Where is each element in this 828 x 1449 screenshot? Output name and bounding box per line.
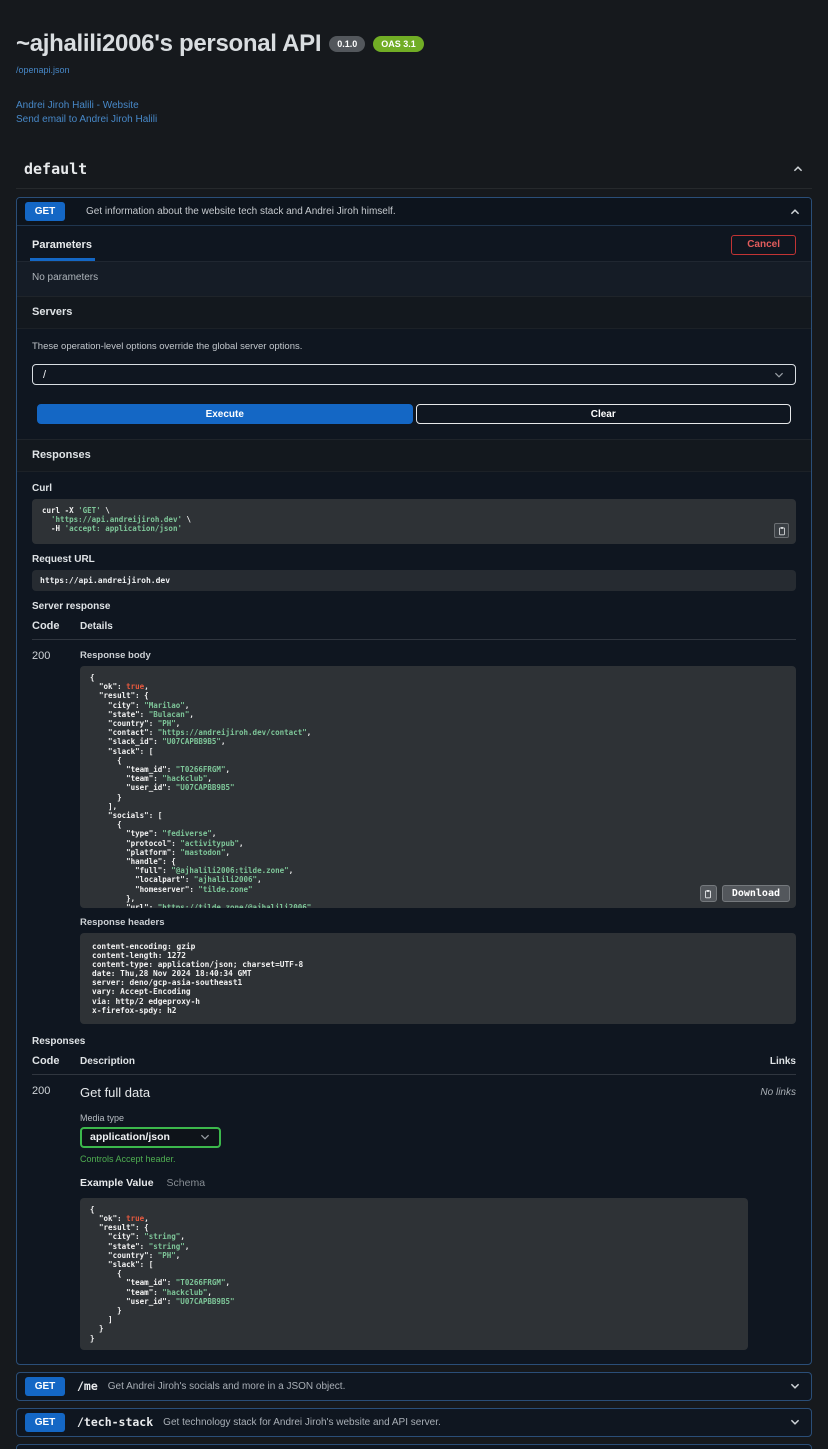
responses-table-row: 200 Get full data Media type application… [32,1075,796,1350]
request-url-label: Request URL [32,554,796,565]
method-badge-get: GET [25,1413,65,1432]
endpoint-list: GET /me Get Andrei Jiroh's socials and m… [16,1372,812,1449]
chevron-down-icon [199,1131,211,1143]
response-body-label: Response body [80,650,796,661]
contact-email-link[interactable]: Send email to Andrei Jiroh Halili [16,113,812,127]
execute-row: Execute Clear [17,387,811,439]
operation-summary: Get information about the website tech s… [86,206,789,217]
chevron-down-icon[interactable] [789,1380,801,1392]
endpoint-path: /me [77,1379,98,1393]
request-url-value: https://api.andreijiroh.dev [32,570,796,591]
copy-icon[interactable] [774,523,789,538]
server-response-label: Server response [32,601,796,612]
responses-table-header: Code Description Links [32,1055,796,1075]
tag-default-header[interactable]: default [16,151,812,189]
swagger-ui-page: ~ajhalili2006's personal API 0.1.0 OAS 3… [0,0,828,1449]
servers-section-title: Servers [17,296,811,329]
opblock-collapsed[interactable]: GET /ping Ping the API server if it is u… [16,1444,812,1449]
tab-parameters[interactable]: Parameters [30,239,95,261]
tab-example-value[interactable]: Example Value [80,1177,154,1189]
response-headers-block: content-encoding: gzipcontent-length: 12… [80,933,796,1024]
servers-note: These operation-level options override t… [32,341,796,352]
chevron-up-icon[interactable] [789,206,801,218]
tag-title: default [24,160,87,178]
links-column-header: Links [770,1056,796,1067]
status-code: 200 [32,650,80,1024]
method-badge-get: GET [25,202,65,221]
version-badge: 0.1.0 [329,36,365,52]
response-body-code-block: { "ok": true, "result": { "city": "Maril… [80,666,796,908]
endpoint-path: /tech-stack [77,1415,153,1429]
chevron-up-icon[interactable] [792,163,804,175]
model-tabs: Example Value Schema [80,1177,736,1189]
page-title: ~ajhalili2006's personal API [16,30,321,58]
clear-button[interactable]: Clear [416,404,792,424]
download-button[interactable]: Download [722,885,790,902]
server-select[interactable]: / [32,364,796,385]
no-parameters-text: No parameters [17,261,811,296]
media-type-value: application/json [90,1131,170,1143]
api-info: ~ajhalili2006's personal API 0.1.0 OAS 3… [16,0,812,127]
response-description: Get full data [80,1085,736,1100]
endpoint-summary: Get Andrei Jiroh's socials and more in a… [108,1381,789,1392]
status-code: 200 [32,1085,80,1350]
server-response-row: 200 Response body { "ok": true, "result"… [32,640,796,1024]
chevron-down-icon[interactable] [789,1416,801,1428]
code-column-header: Code [32,620,80,632]
responses-body: Curl curl -X 'GET' \ 'https://api.andrei… [17,472,811,1364]
example-value-code-block: { "ok": true, "result": { "city": "strin… [80,1198,748,1350]
controls-accept-note: Controls Accept header. [80,1154,736,1164]
opblock-collapsed[interactable]: GET /tech-stack Get technology stack for… [16,1408,812,1437]
code-column-header: Code [32,1055,80,1067]
opblock-get-root-header[interactable]: GET Get information about the website te… [17,198,811,226]
details-column-header: Details [80,621,796,632]
copy-icon[interactable] [700,885,717,902]
method-badge-get: GET [25,1377,65,1396]
tab-schema[interactable]: Schema [167,1177,206,1189]
execute-button[interactable]: Execute [37,404,413,424]
curl-label: Curl [32,483,796,494]
responses-section-title: Responses [17,439,811,472]
opblock-collapsed[interactable]: GET /me Get Andrei Jiroh's socials and m… [16,1372,812,1401]
response-headers-label: Response headers [80,917,796,928]
media-type-label: Media type [80,1113,736,1123]
server-select-value: / [43,369,46,381]
openapi-spec-link[interactable]: /openapi.json [16,65,70,75]
contact-website-link[interactable]: Andrei Jiroh Halili - Website [16,99,812,113]
endpoint-summary: Get technology stack for Andrei Jiroh's … [163,1417,789,1428]
curl-code-block: curl -X 'GET' \ 'https://api.andreijiroh… [32,499,796,544]
cancel-button[interactable]: Cancel [731,235,796,255]
description-column-header: Description [80,1056,770,1067]
responses-table-title: Responses [32,1036,796,1047]
servers-body: These operation-level options override t… [17,329,811,387]
server-response-table-header: Code Details [32,620,796,640]
media-type-select[interactable]: application/json [80,1127,221,1148]
parameters-bar: Parameters Cancel [17,226,811,261]
opblock-get-root: GET Get information about the website te… [16,197,812,1365]
chevron-down-icon [773,369,785,381]
oas-badge: OAS 3.1 [373,36,424,52]
